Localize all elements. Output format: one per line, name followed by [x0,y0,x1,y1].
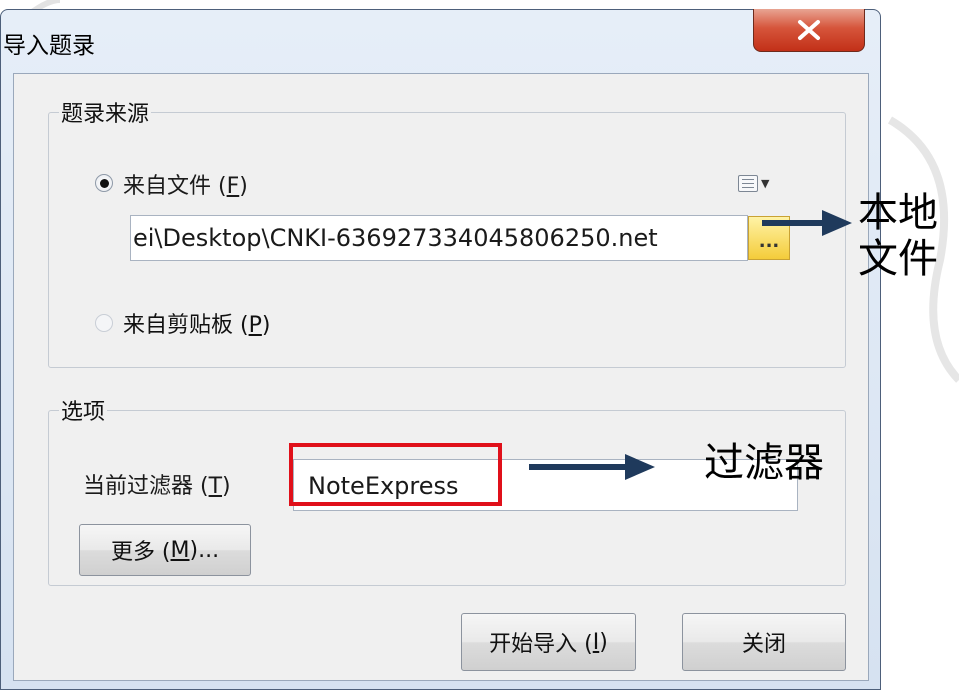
from-clipboard-label[interactable]: 来自剪贴板 (P) [123,307,270,339]
start-import-button[interactable]: 开始导入 (I) [461,613,636,671]
chevron-down-icon[interactable]: ▼ [761,177,769,190]
title-bar: 导入题录 [1,9,880,72]
close-icon [798,20,820,40]
options-group-label: 选项 [59,394,108,426]
close-window-button[interactable] [753,9,865,52]
local-file-annotation: 本地 文件 [858,190,938,282]
import-dialog: 导入题录 题录来源 来自文件 (F) ▼ ei\Desktop\CNKI-636… [0,9,881,690]
close-button[interactable]: 关闭 [682,613,846,671]
dialog-title: 导入题录 [3,33,95,59]
dialog-body: 题录来源 来自文件 (F) ▼ ei\Desktop\CNKI-63692733… [13,73,869,681]
more-button[interactable]: 更多 (M)... [79,524,251,576]
source-group: 题录来源 来自文件 (F) ▼ ei\Desktop\CNKI-63692733… [48,96,846,368]
filter-highlight-box [289,443,502,506]
from-file-label[interactable]: 来自文件 (F) [123,168,248,200]
filter-annotation: 过滤器 [704,440,824,486]
arrow-right-icon [529,454,655,480]
from-clipboard-radio[interactable] [95,314,113,332]
format-menu-icon[interactable] [738,175,758,192]
filter-label: 当前过滤器 (T) [83,474,231,499]
from-file-radio[interactable] [95,174,113,192]
file-path-input[interactable]: ei\Desktop\CNKI-636927334045806250.net [130,215,748,261]
source-group-label: 题录来源 [59,96,152,128]
arrow-right-icon [762,210,852,236]
